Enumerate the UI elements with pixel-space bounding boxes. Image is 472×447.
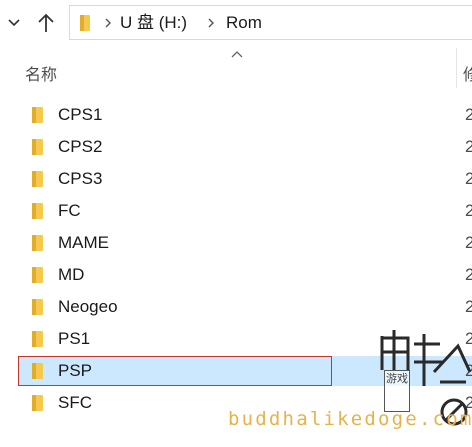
folder-icon — [32, 107, 43, 123]
folder-icon — [32, 139, 43, 155]
column-date-header[interactable]: 修 — [463, 61, 472, 85]
file-explorer-window: U 盘 (H:) Rom 名称 修 CPS1 2 CPS2 2 CPS3 2 F… — [0, 0, 472, 447]
list-item[interactable]: Neogeo 2 — [18, 292, 472, 322]
list-item-label: MAME — [58, 233, 109, 252]
folder-icon — [32, 267, 43, 283]
folder-icon — [32, 235, 43, 251]
column-name-header[interactable]: 名称 — [25, 61, 57, 85]
folder-icon — [80, 15, 90, 31]
chevron-right-icon[interactable] — [103, 17, 113, 29]
folder-icon — [32, 203, 43, 219]
list-item-label: PSP — [58, 361, 93, 380]
list-item-label: MD — [58, 265, 85, 284]
list-item[interactable]: CPS3 2 — [18, 164, 472, 194]
address-bar[interactable]: U 盘 (H:) Rom — [69, 5, 472, 40]
up-arrow-icon[interactable] — [36, 12, 56, 34]
list-item-label: CPS1 — [58, 105, 103, 124]
list-item-label: CPS2 — [58, 137, 103, 156]
folder-icon — [32, 395, 43, 411]
list-item-label: SFC — [58, 393, 92, 412]
list-item-date: 2 — [465, 201, 472, 220]
list-item-label: FC — [58, 201, 81, 220]
watermark-url: buddhalikedoge.com — [228, 408, 472, 430]
folder-icon — [32, 363, 43, 379]
breadcrumb-drive[interactable]: U 盘 (H:) — [120, 13, 187, 33]
chevron-right-icon[interactable] — [206, 17, 216, 29]
list-item[interactable]: MD 2 — [18, 260, 472, 290]
list-item-date: 2 — [465, 265, 472, 284]
list-item-date: 2 — [465, 105, 472, 124]
folder-icon — [32, 171, 43, 187]
list-item[interactable]: MAME 2 — [18, 228, 472, 258]
list-item-label: Neogeo — [58, 297, 118, 316]
navigation-bar: U 盘 (H:) Rom — [0, 0, 472, 46]
watermark-seal: 游戏 — [384, 370, 410, 412]
chevron-down-icon[interactable] — [6, 14, 22, 30]
folder-icon — [32, 331, 43, 347]
list-item-date: 2 — [465, 297, 472, 316]
list-item-date: 2 — [465, 233, 472, 252]
folder-icon — [32, 299, 43, 315]
list-item[interactable]: FC 2 — [18, 196, 472, 226]
list-item-label: CPS3 — [58, 169, 103, 188]
column-divider[interactable] — [456, 48, 457, 88]
list-item-label: PS1 — [58, 329, 91, 348]
list-item-date: 2 — [465, 137, 472, 156]
sort-ascending-icon — [231, 51, 243, 58]
list-item[interactable]: CPS2 2 — [18, 132, 472, 162]
list-item[interactable]: CPS1 2 — [18, 100, 472, 130]
breadcrumb-folder[interactable]: Rom — [226, 13, 262, 33]
list-item-date: 2 — [465, 169, 472, 188]
